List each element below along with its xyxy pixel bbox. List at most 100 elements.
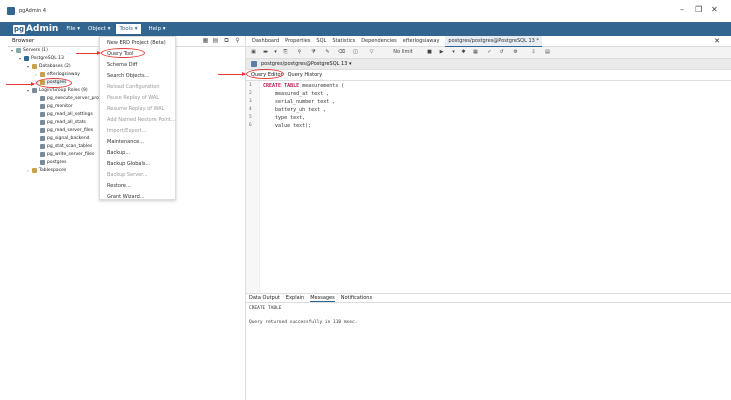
role-icon [40,104,45,109]
limit-select[interactable]: No limit [388,49,418,56]
tab-dashboard[interactable]: Dashboard [252,38,279,44]
pgadmin-app-icon [7,7,15,15]
browser-title: Browser [12,38,35,44]
tree-node-tablespaces[interactable]: › Tablespaces [27,168,66,173]
menu-item-reload-config[interactable]: Reload Configuration [107,84,160,90]
menu-help[interactable]: Help ▾ [149,26,166,32]
role-icon [40,136,45,141]
save-dropdown-icon[interactable]: ▾ [272,49,279,56]
maximize-button[interactable]: ❐ [695,6,702,14]
menu-item-schema-diff[interactable]: Schema Diff [107,62,137,68]
menu-item-restore[interactable]: Restore... [107,183,131,189]
menu-file[interactable]: File ▾ [66,26,80,32]
roles-icon [32,88,37,93]
line-number: 4 [249,107,252,112]
tree-node-role[interactable]: pg_monitor [35,104,73,109]
copy-icon[interactable]: ⎘ [282,49,289,56]
close-tab-icon[interactable]: ✕ [714,37,720,45]
tab-explain[interactable]: Explain [286,295,304,301]
database-icon [40,72,45,77]
tree-node-role[interactable]: pg_read_server_files [35,128,93,133]
filter-rows-icon[interactable]: ▽ [368,49,375,56]
role-icon [40,160,45,165]
database-icon[interactable]: ▦ [202,37,209,44]
close-window-button[interactable]: ✕ [711,6,718,14]
filter-icon[interactable]: ⧩ [310,49,317,56]
tab-dependencies[interactable]: Dependencies [361,38,397,44]
tablespaces-icon [32,168,37,173]
tab-messages[interactable]: Messages [310,295,335,302]
tab-query-tool[interactable]: postgres/postgres@PostgreSQL 13 * [445,35,542,47]
window-title-bar: pgAdmin 4 – ❐ ✕ [0,0,731,22]
execute-dropdown-icon[interactable]: ▾ [450,49,457,56]
connection-bar[interactable]: postgres/postgres@PostgreSQL 13 ▾ [246,59,731,70]
menu-item-new-erd[interactable]: New ERD Project (Beta) [107,40,166,46]
find-icon[interactable]: ⚲ [296,49,303,56]
stop-icon[interactable]: ■ [426,49,433,56]
menu-item-backup-globals[interactable]: Backup Globals... [107,161,150,167]
connection-icon [251,61,257,67]
tab-properties[interactable]: Properties [285,38,310,44]
tree-node-postgresql13[interactable]: ▾ PostgreSQL 13 [19,56,64,61]
databases-icon [32,64,37,69]
server-group-icon [16,48,21,53]
edit-icon[interactable]: ✎ [324,49,331,56]
download-icon[interactable]: ⇩ [530,49,537,56]
annotation-arrow [6,82,35,86]
tree-node-role[interactable]: pg_write_server_files [35,152,94,157]
menu-item-backup[interactable]: Backup... [107,150,130,156]
tree-node-role[interactable]: pg_stat_scan_tables [35,144,92,149]
tree-node-role[interactable]: pg_execute_server_prog [35,96,102,101]
code-line: battery_uh text , [263,107,327,113]
clear-icon[interactable]: ◫ [352,49,359,56]
tree-node-databases[interactable]: ▾ Databases (2) [27,64,71,69]
menu-object[interactable]: Object ▾ [88,26,110,32]
tree-node-role[interactable]: pg_signal_backend [35,136,90,141]
tree-node-role[interactable]: pg_read_all_settings [35,112,93,117]
tree-node-role[interactable]: pg_read_all_stats [35,120,86,125]
menu-item-maintenance[interactable]: Maintenance... [107,139,144,145]
query-tab-bar: Query Editor Query History [246,70,731,81]
menu-tools[interactable]: Tools ▾ [116,24,141,34]
tab-efterlogsiaway[interactable]: efterlogsiaway [403,38,440,44]
table-view-icon[interactable]: ▤ [212,37,219,44]
logo-admin: Admin [26,24,59,34]
search-icon[interactable]: ⚲ [234,37,241,44]
menu-item-restore-point[interactable]: Add Named Restore Point... [107,117,176,123]
terminal-icon[interactable]: ⧉ [223,37,230,44]
explain-icon[interactable]: ✱ [460,49,467,56]
menu-item-backup-server[interactable]: Backup Server... [107,172,148,178]
pgadmin-logo: pg Admin [13,24,58,34]
commit-icon[interactable]: ✓ [486,49,493,56]
tree-node-efterlogsiaway[interactable]: › efterlogsiaway [35,72,80,77]
role-icon [40,128,45,133]
macros-dropdown-icon[interactable]: ▤ [544,49,551,56]
save-file-icon[interactable]: ▬ [262,49,269,56]
output-message: CREATE TABLE [249,306,282,311]
sql-editor[interactable]: 1 2 3 4 5 6 CREATE TABLE measurements ( … [246,81,731,293]
tab-sql[interactable]: SQL [316,38,326,44]
role-icon [40,112,45,117]
menu-item-grant-wizard[interactable]: Grant Wizard... [107,194,145,200]
connection-label[interactable]: postgres/postgres@PostgreSQL 13 ▾ [261,61,352,67]
macros-icon[interactable]: ⚙ [512,49,519,56]
open-file-icon[interactable]: ▣ [250,49,257,56]
rollback-icon[interactable]: ↺ [498,49,505,56]
menu-item-import-export[interactable]: Import/Export... [107,128,146,134]
tree-node-role[interactable]: postgres [35,160,66,165]
tree-node-servers[interactable]: ▾ Servers (1) [11,48,48,53]
logo-pg: pg [13,24,26,34]
menu-item-resume-wal[interactable]: Resume Replay of WAL [107,106,164,112]
tree-node-login-roles[interactable]: ▾ Login/Group Roles (9) [27,88,88,93]
menu-item-pause-wal[interactable]: Pause Replay of WAL [107,95,159,101]
tab-notifications[interactable]: Notifications [341,295,372,301]
tab-query-history[interactable]: Query History [288,72,323,78]
delete-icon[interactable]: ⌫ [338,49,345,56]
tab-statistics[interactable]: Statistics [332,38,355,44]
menu-item-search-objects[interactable]: Search Objects... [107,73,149,79]
code-line: type text, [263,115,306,121]
execute-icon[interactable]: ▶ [438,49,445,56]
explain-analyze-icon[interactable]: ▦ [472,49,479,56]
minimize-button[interactable]: – [680,6,684,14]
tab-data-output[interactable]: Data Output [249,295,280,301]
